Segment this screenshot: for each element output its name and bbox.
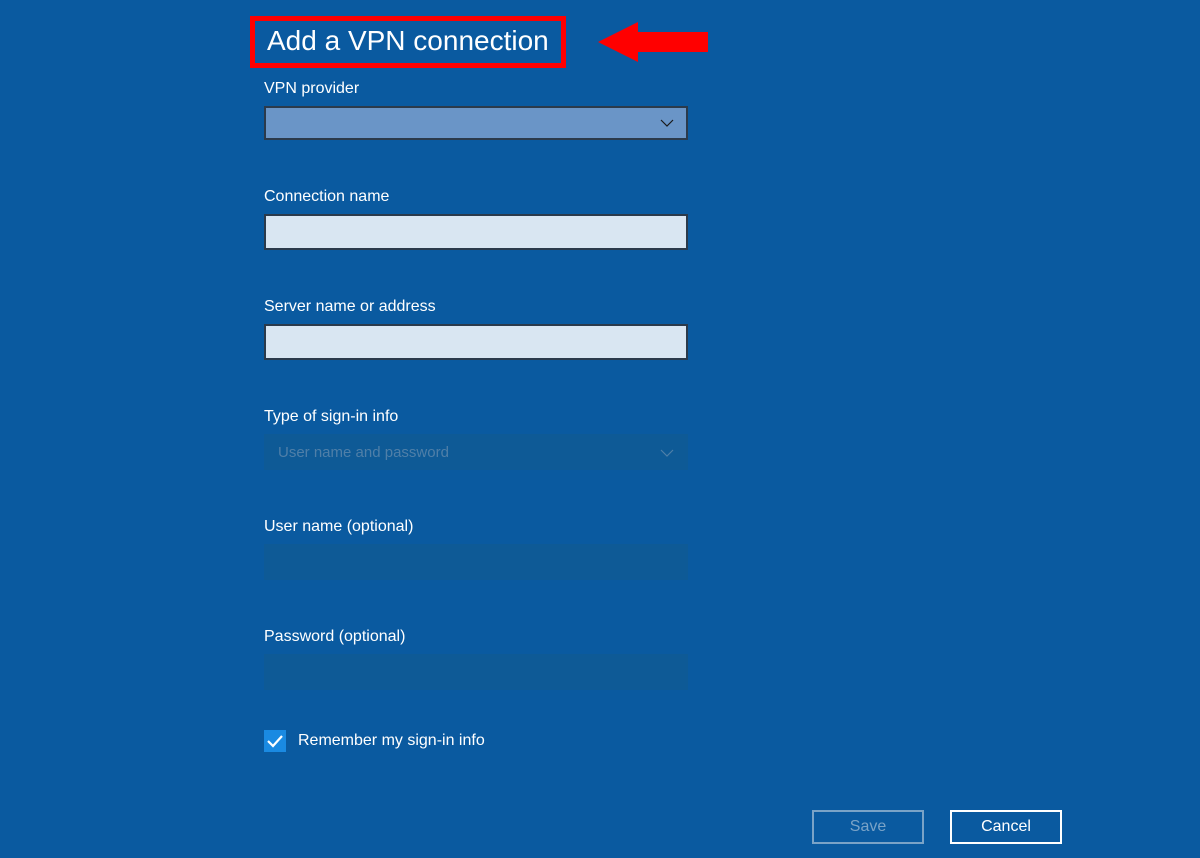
password-field: Password (optional) — [264, 628, 764, 690]
server-name-input[interactable] — [264, 324, 688, 360]
chevron-down-icon — [660, 114, 674, 132]
save-button-label: Save — [850, 818, 886, 836]
password-input[interactable] — [264, 654, 688, 690]
connection-name-field: Connection name — [264, 188, 764, 250]
remember-checkbox-row: Remember my sign-in info — [264, 730, 764, 752]
vpn-provider-field: VPN provider — [264, 80, 764, 140]
remember-checkbox-label: Remember my sign-in info — [298, 732, 485, 750]
connection-name-input[interactable] — [264, 214, 688, 250]
chevron-down-icon — [660, 444, 674, 461]
remember-checkbox[interactable] — [264, 730, 286, 752]
sign-in-type-value: User name and password — [278, 444, 449, 461]
vpn-provider-label: VPN provider — [264, 80, 764, 98]
server-name-label: Server name or address — [264, 298, 764, 316]
vpn-form: VPN provider Connection name Server name… — [264, 20, 764, 752]
cancel-button-label: Cancel — [981, 818, 1031, 836]
connection-name-label: Connection name — [264, 188, 764, 206]
user-name-field: User name (optional) — [264, 518, 764, 580]
user-name-input[interactable] — [264, 544, 688, 580]
cancel-button[interactable]: Cancel — [950, 810, 1062, 844]
save-button[interactable]: Save — [812, 810, 924, 844]
sign-in-type-label: Type of sign-in info — [264, 408, 764, 426]
server-name-field: Server name or address — [264, 298, 764, 360]
dialog-button-row: Save Cancel — [812, 810, 1062, 844]
sign-in-type-field: Type of sign-in info User name and passw… — [264, 408, 764, 470]
password-label: Password (optional) — [264, 628, 764, 646]
vpn-provider-dropdown[interactable] — [264, 106, 688, 140]
sign-in-type-dropdown[interactable]: User name and password — [264, 434, 688, 470]
user-name-label: User name (optional) — [264, 518, 764, 536]
